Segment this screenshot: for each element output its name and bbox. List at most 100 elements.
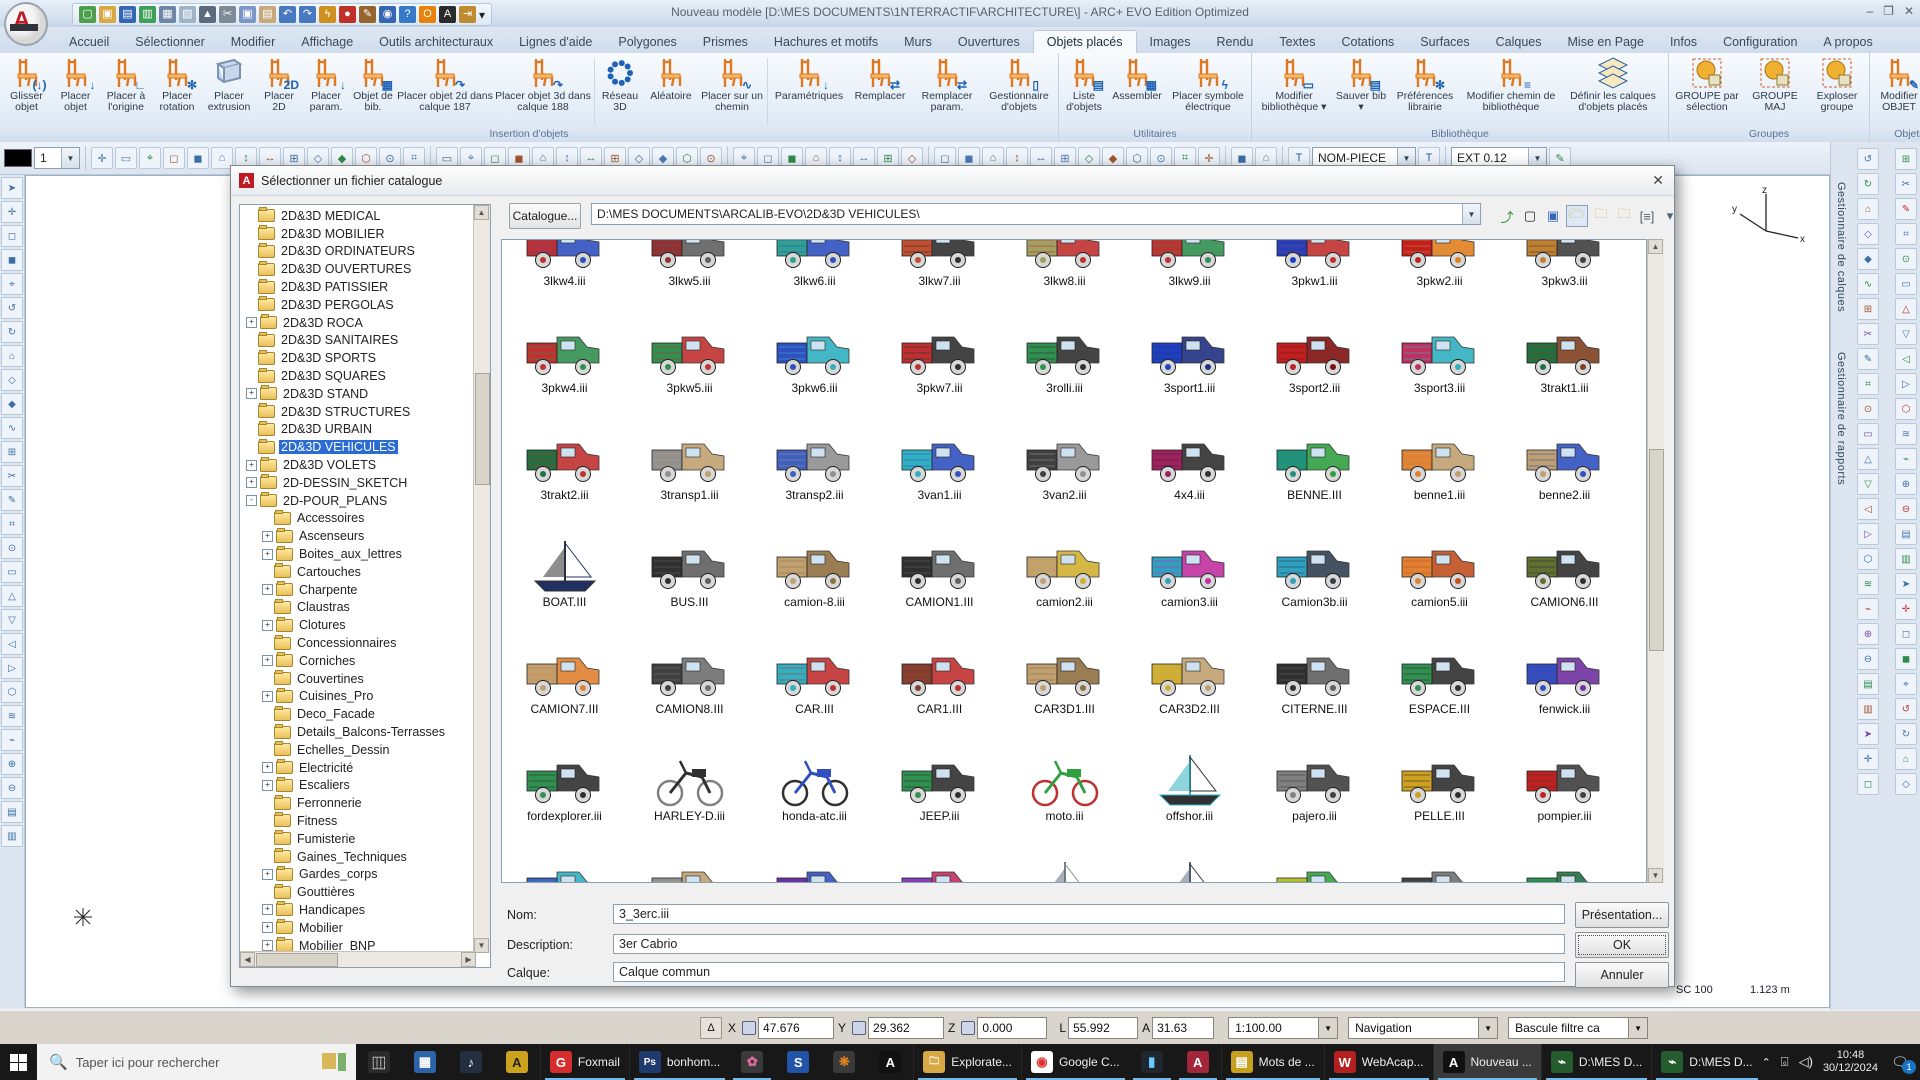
scroll-up-icon[interactable]: ▲ [474, 205, 489, 220]
tree-item-couvertines[interactable]: Couvertines [240, 670, 472, 688]
nom-field[interactable]: 3_3erc.iii [613, 904, 1565, 924]
left-tool-icon[interactable]: ⊕ [1, 753, 23, 775]
scroll-down-icon[interactable]: ▼ [474, 938, 489, 953]
explorer-window[interactable]: 🗀Explorate... [913, 1044, 1021, 1080]
right-tool-icon[interactable]: ⌗ [1895, 223, 1917, 245]
reports-manager-tab[interactable]: Gestionnaire de rapports [1835, 352, 1847, 485]
ribbon-button-glisser-objet[interactable]: (↓)Glisser objet [2, 55, 51, 128]
catalogue-file-camion2-iii[interactable]: camion2.iii [1002, 506, 1127, 613]
tab-affichage[interactable]: Affichage [288, 31, 366, 53]
x-lock-icon[interactable] [742, 1021, 756, 1035]
maximize-button[interactable]: ❐ [1883, 4, 1894, 18]
calque-field[interactable]: Calque commun [613, 962, 1565, 982]
taskbar-clock[interactable]: 10:4830/12/2024 [1823, 1049, 1878, 1075]
highlight-icon[interactable]: O [419, 6, 436, 23]
catalogue-file-camion5-iii[interactable]: camion5.iii [1377, 506, 1502, 613]
right-tool-icon[interactable]: ⊞ [1895, 148, 1917, 170]
left-tool-icon[interactable]: ⊞ [1, 441, 23, 463]
cancel-button[interactable]: Annuler [1575, 962, 1669, 988]
tree-item-charpente[interactable]: +Charpente [240, 581, 472, 599]
left-tool-icon[interactable]: ⌖ [1, 273, 23, 295]
ribbon-button-pr-f-rences-librairie[interactable]: ✻Préférences librairie [1388, 55, 1462, 128]
catalogue-file-3lkw8-iii[interactable]: 3lkw8.iii [1002, 239, 1127, 292]
right-tool-icon[interactable]: △ [1895, 298, 1917, 320]
tree-item-goutti-res[interactable]: Gouttières [240, 883, 472, 901]
tree-horizontal-scrollbar[interactable]: ◀ ▶ [240, 951, 476, 967]
tree-item-fumisterie[interactable]: Fumisterie [240, 830, 472, 848]
catalogue-file-car3d1-iii[interactable]: CAR3D1.III [1002, 613, 1127, 720]
right-tool-icon[interactable]: ▤ [1895, 523, 1917, 545]
tab-infos[interactable]: Infos [1657, 31, 1710, 53]
right-tool-icon[interactable]: ▥ [1895, 548, 1917, 570]
network-icon[interactable]: ⌻ [1781, 1054, 1789, 1070]
tree-item-cartouches[interactable]: Cartouches [240, 563, 472, 581]
tab-modifier[interactable]: Modifier [218, 31, 288, 53]
save-icon[interactable]: ▤ [119, 6, 136, 23]
catalogue-file-3transp2-iii[interactable]: 3transp2.iii [752, 399, 877, 506]
scroll-up-icon[interactable]: ▲ [1648, 239, 1663, 254]
delta-toggle[interactable]: Δ [700, 1017, 722, 1039]
catalogue-file-3sport3-iii[interactable]: 3sport3.iii [1377, 292, 1502, 399]
tree-item-2d-3d-roca[interactable]: +2D&3D ROCA [240, 314, 472, 332]
tree-item-claustras[interactable]: Claustras [240, 599, 472, 617]
right-tool-icon[interactable]: ⊞ [1857, 298, 1879, 320]
right-tool-icon[interactable]: ▽ [1895, 323, 1917, 345]
y-lock-icon[interactable] [852, 1021, 866, 1035]
start-button[interactable] [0, 1044, 37, 1080]
tab-images[interactable]: Images [1137, 31, 1204, 53]
catalogue-file-pompier-iii[interactable]: pompier.iii [1502, 720, 1627, 827]
catalogue-file-espace-iii[interactable]: ESPACE.III [1377, 613, 1502, 720]
catalogue-file-benne-iii[interactable]: BENNE.III [1252, 399, 1377, 506]
catalogue-file-citerne-iii[interactable]: CITERNE.III [1252, 613, 1377, 720]
tree-item-mobilier[interactable]: +Mobilier [240, 919, 472, 937]
tree-item-details-balcons-terrasses[interactable]: Details_Balcons-Terrasses [240, 723, 472, 741]
ribbon-button-placer-param-[interactable]: ↓Placer param. [302, 55, 350, 128]
angle-value[interactable]: 31.63 [1152, 1017, 1214, 1039]
right-tool-icon[interactable]: ⌁ [1857, 598, 1879, 620]
layers-manager-tab[interactable]: Gestionnaire de calques [1835, 182, 1847, 312]
tab-mise-en-page[interactable]: Mise en Page [1555, 31, 1657, 53]
description-field[interactable]: 3er Cabrio [613, 934, 1565, 954]
left-tool-icon[interactable]: ↻ [1, 321, 23, 343]
catalogue-file-3lkw7-iii[interactable]: 3lkw7.iii [877, 239, 1002, 292]
catalogue-file[interactable] [1252, 827, 1377, 883]
catalogue-file-camion8-iii[interactable]: CAMION8.III [627, 613, 752, 720]
right-tool-icon[interactable]: ∿ [1857, 273, 1879, 295]
tab-objets-plac-s[interactable]: Objets placés [1033, 30, 1137, 53]
photoshop-window[interactable]: Psbonhom... [629, 1044, 729, 1080]
right-tool-icon[interactable]: ◻ [1857, 773, 1879, 795]
catalogue-button[interactable]: Catalogue... [509, 203, 581, 229]
notification-center[interactable]: 🗨 1 [1888, 1054, 1912, 1071]
right-tool-icon[interactable]: ↺ [1857, 148, 1879, 170]
catalogue-file[interactable] [877, 827, 1002, 883]
catalogue-file-3van2-iii[interactable]: 3van2.iii [1002, 399, 1127, 506]
right-tool-icon[interactable]: ◇ [1895, 773, 1917, 795]
tab-hachures-et-motifs[interactable]: Hachures et motifs [761, 31, 891, 53]
tab-s-lectionner[interactable]: Sélectionner [122, 31, 218, 53]
catalogue-file-3pkw5-iii[interactable]: 3pkw5.iii [627, 292, 752, 399]
pet-app-icon[interactable]: ❋ [821, 1044, 867, 1080]
arcplus-icon[interactable]: A [439, 6, 456, 23]
expand-icon[interactable]: + [262, 620, 273, 631]
combo-dropdown-icon[interactable]: ▼ [1462, 204, 1480, 224]
scroll-down-icon[interactable]: ▼ [1648, 868, 1663, 883]
ribbon-button-groupe-maj[interactable]: GROUPE MAJ [1743, 55, 1807, 128]
paint-app-icon[interactable]: S [775, 1044, 821, 1080]
new-item-icon[interactable]: ▢ [1520, 206, 1540, 226]
arcplus-app-icon[interactable]: A [867, 1044, 913, 1080]
left-tool-icon[interactable]: ◇ [1, 369, 23, 391]
right-tool-icon[interactable]: ✂ [1857, 323, 1879, 345]
expand-icon[interactable]: + [246, 317, 257, 328]
right-tool-icon[interactable]: ⬡ [1895, 398, 1917, 420]
scroll-right-icon[interactable]: ▶ [461, 952, 476, 967]
z-lock-icon[interactable] [961, 1021, 975, 1035]
ribbon-button-exploser-groupe[interactable]: Exploser groupe [1807, 55, 1867, 128]
left-tool-icon[interactable]: ▥ [1, 825, 23, 847]
tool-icon[interactable]: ⌖ [139, 147, 161, 169]
catalogue-file-3rolli-iii[interactable]: 3rolli.iii [1002, 292, 1127, 399]
tree-item-2d-3d-sports[interactable]: 2D&3D SPORTS [240, 349, 472, 367]
catalogue-file-3pkw6-iii[interactable]: 3pkw6.iii [752, 292, 877, 399]
left-tool-icon[interactable]: ▽ [1, 609, 23, 631]
right-tool-icon[interactable]: ↻ [1857, 173, 1879, 195]
tool-icon[interactable]: ✛ [91, 147, 113, 169]
